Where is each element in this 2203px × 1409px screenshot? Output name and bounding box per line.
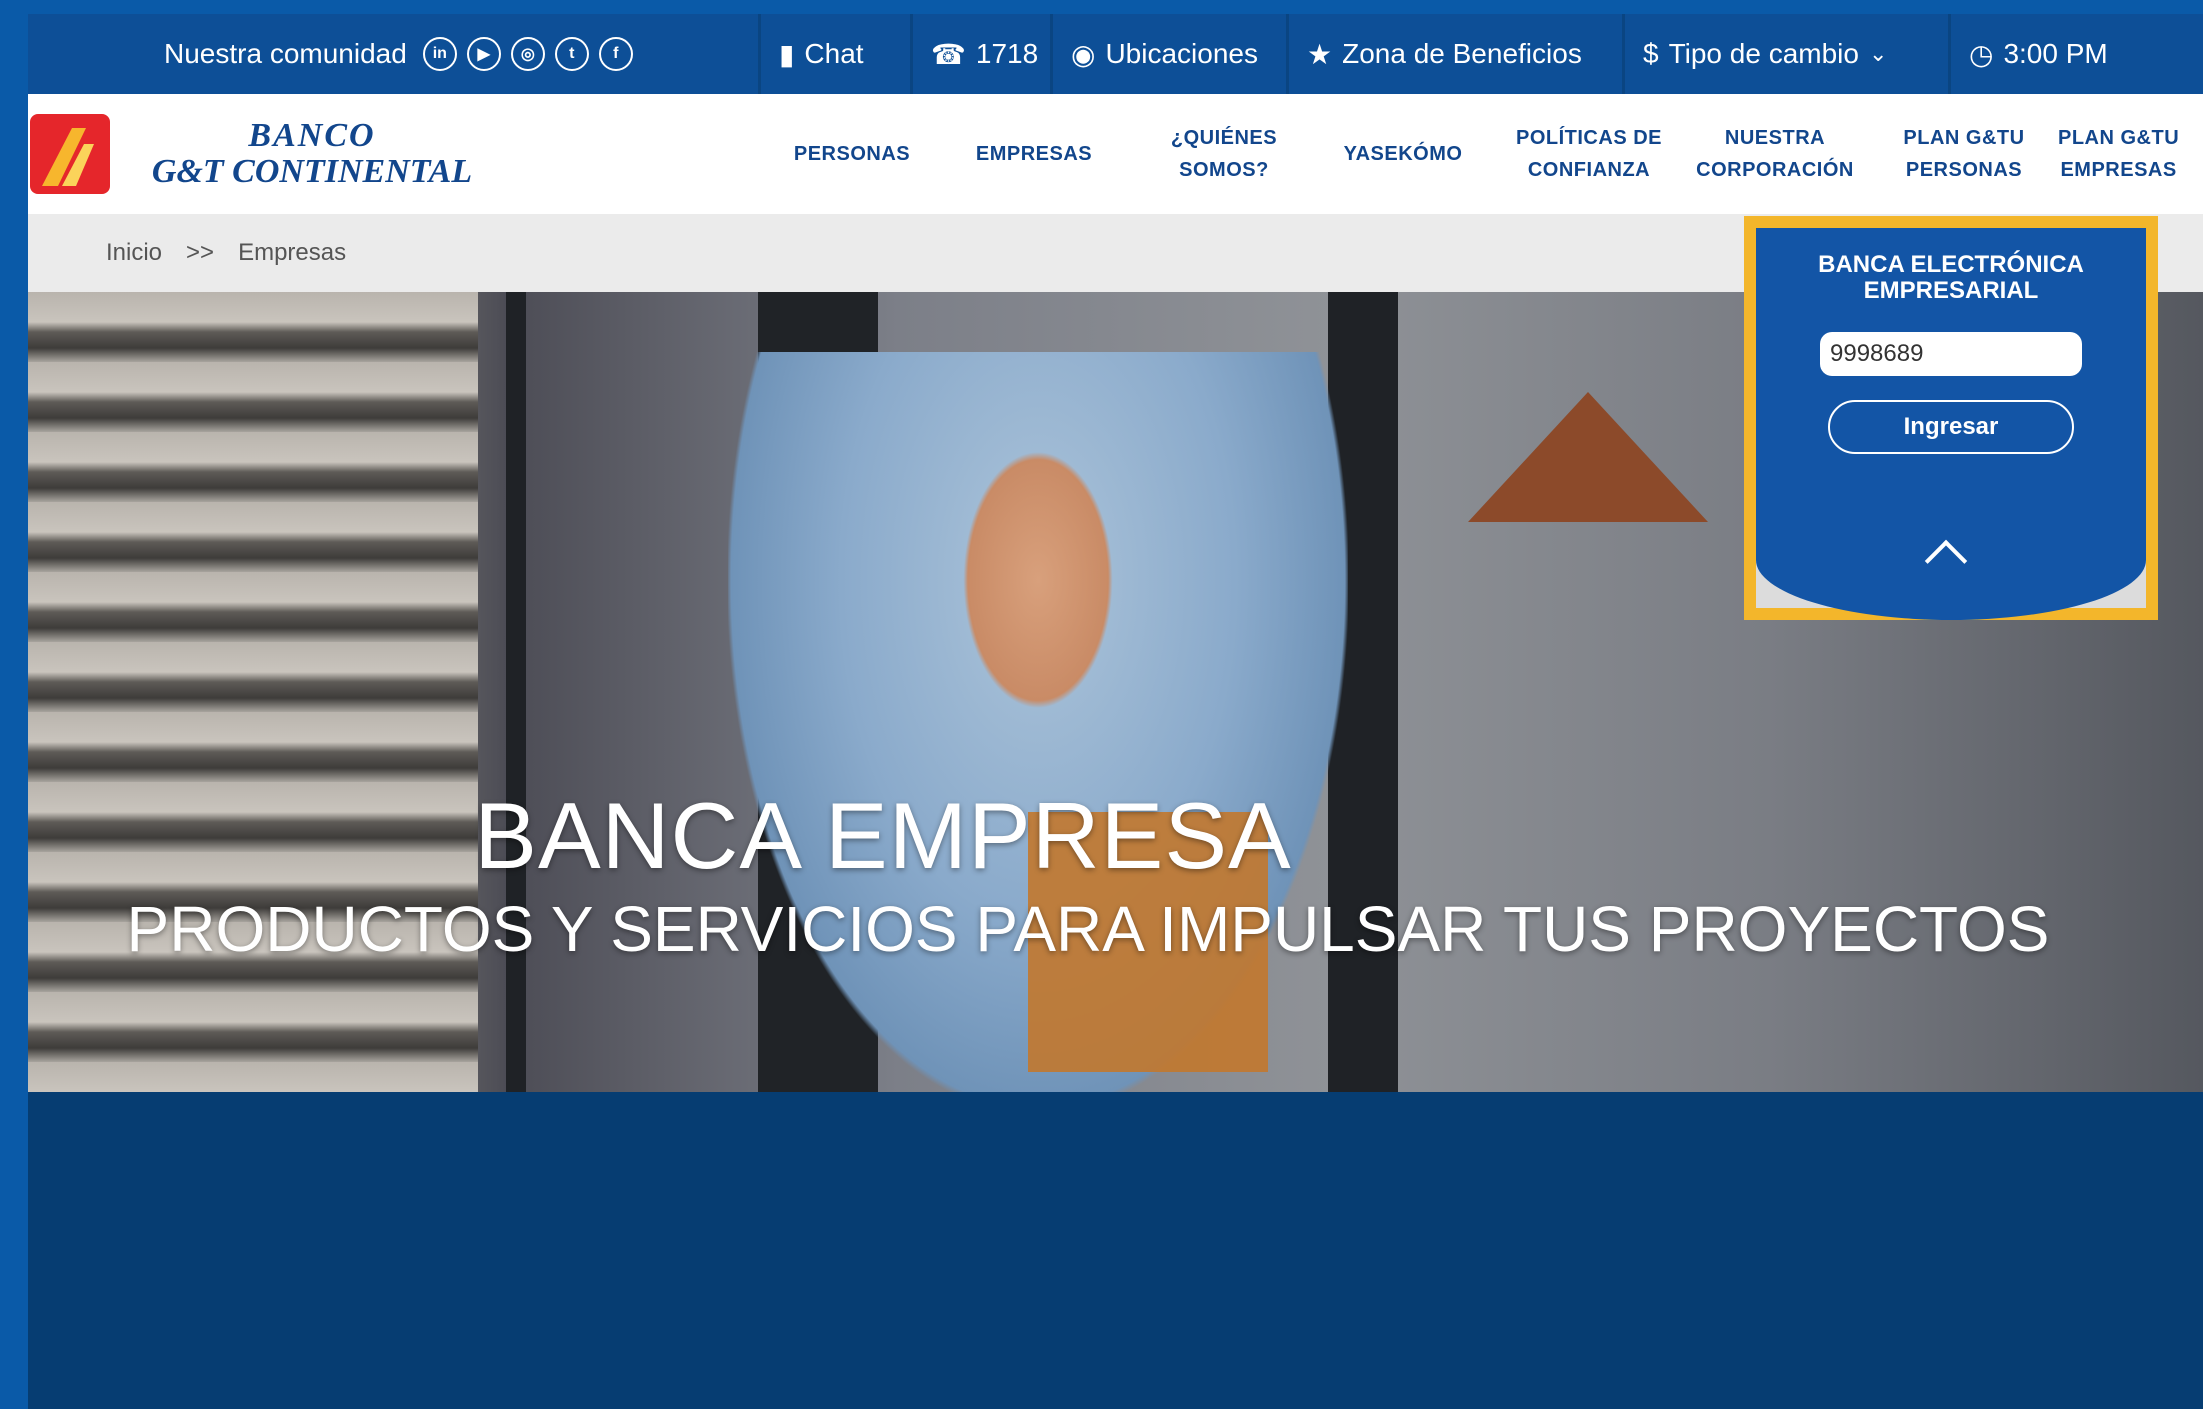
benefits-label: Zona de Beneficios [1342, 38, 1582, 69]
brand-logo[interactable]: BANCO G&T CONTINENTAL [132, 118, 492, 190]
instagram-icon[interactable]: ◎ [510, 37, 545, 71]
hero-title: BANCA EMPRESA [474, 783, 1292, 888]
nav-yasekomo[interactable]: YASEKÓMO [1318, 94, 1488, 214]
user-code-input[interactable] [1820, 332, 2082, 376]
locations-link[interactable]: ◉ Ubicaciones [1050, 14, 1286, 94]
nav-empresas[interactable]: EMPRESAS [944, 94, 1124, 214]
browser-viewport: Nuestra comunidad in ▶ ◎ t f ▮ Chat ☎ 17… [28, 14, 2203, 1409]
electronic-banking-login: BANCA ELECTRÓNICA EMPRESARIAL Ingresar [1756, 228, 2146, 620]
hero-subtitle: PRODUCTOS Y SERVICIOS PARA IMPULSAR TUS … [126, 893, 2050, 965]
nav-corporacion[interactable]: NUESTRA CORPORACIÓN [1682, 94, 1868, 214]
star-icon: ★ [1307, 38, 1333, 70]
clock-icon: ◷ [1969, 38, 1994, 70]
chat-icon: ▮ [779, 38, 795, 70]
page-content-area [28, 1092, 2203, 1409]
time-display: ◷ 3:00 PM [1948, 14, 2148, 94]
login-button[interactable]: Ingresar [1828, 400, 2074, 454]
location-pin-icon: ◉ [1071, 38, 1096, 70]
youtube-icon[interactable]: ▶ [466, 37, 501, 71]
nav-plan-personas[interactable]: PLAN G&TU PERSONAS [1874, 94, 2054, 214]
facebook-icon[interactable]: f [598, 37, 633, 71]
lamp-image [1468, 392, 1708, 522]
login-panel-highlight: BANCA ELECTRÓNICA EMPRESARIAL Ingresar [1744, 216, 2158, 620]
main-navbar: BANCO G&T CONTINENTAL PERSONAS EMPRESAS … [28, 94, 2203, 214]
brand-line1: BANCO [248, 117, 376, 154]
time-label: 3:00 PM [2003, 38, 2108, 69]
community-links: Nuestra comunidad in ▶ ◎ t f [164, 14, 633, 94]
linkedin-icon[interactable]: in [422, 37, 457, 71]
nav-label: SOMOS? [1179, 159, 1269, 181]
nav-personas[interactable]: PERSONAS [764, 94, 940, 214]
login-title: BANCA ELECTRÓNICA EMPRESARIAL [1756, 252, 2146, 304]
phone-icon: ☎ [931, 38, 966, 70]
breadcrumb-current: Empresas [238, 239, 347, 266]
community-label: Nuestra comunidad [164, 38, 407, 69]
logo-icon[interactable] [30, 114, 110, 194]
nav-label: YASEKÓMO [1343, 143, 1463, 165]
exchange-label: Tipo de cambio [1668, 38, 1859, 69]
nav-label: CONFIANZA [1527, 159, 1651, 181]
stone-wall-image [28, 292, 478, 1092]
chat-label: Chat [804, 38, 864, 69]
nav-label: NUESTRA [1724, 127, 1826, 149]
utility-bar: Nuestra comunidad in ▶ ◎ t f ▮ Chat ☎ 17… [28, 14, 2203, 94]
breadcrumb-separator: >> [186, 239, 215, 266]
dollar-icon: $ [1643, 38, 1659, 69]
nav-label: EMPRESAS [975, 143, 1093, 165]
nav-label: CORPORACIÓN [1696, 159, 1854, 181]
locations-label: Ubicaciones [1105, 38, 1258, 69]
phone-link[interactable]: ☎ 1718 [910, 14, 1050, 94]
nav-politicas[interactable]: POLÍTICAS DE CONFIANZA [1496, 94, 1682, 214]
chevron-up-icon[interactable] [1924, 539, 1968, 583]
nav-label: PERSONAS [1905, 159, 2023, 181]
background-post [506, 292, 526, 1092]
breadcrumb-home[interactable]: Inicio [106, 239, 162, 267]
login-title-line2: EMPRESARIAL [1863, 277, 2039, 304]
nav-label: PERSONAS [793, 143, 911, 165]
nav-label: EMPRESAS [2060, 159, 2177, 181]
chat-link[interactable]: ▮ Chat [758, 14, 910, 94]
nav-plan-empresas[interactable]: PLAN G&TU EMPRESAS [2058, 94, 2203, 214]
nav-label: ¿QUIÉNES [1170, 127, 1278, 149]
nav-label: PLAN G&TU [1903, 127, 2025, 149]
phone-label: 1718 [975, 38, 1039, 69]
brand-line2: G&T CONTINENTAL [151, 153, 473, 190]
nav-label: PLAN G&TU [2058, 127, 2180, 149]
login-title-line1: BANCA ELECTRÓNICA [1818, 251, 2084, 278]
nav-quienes-somos[interactable]: ¿QUIÉNES SOMOS? [1134, 94, 1314, 214]
exchange-rate-dropdown[interactable]: $ Tipo de cambio ⌄ [1622, 14, 1948, 94]
benefits-link[interactable]: ★ Zona de Beneficios [1286, 14, 1622, 94]
twitter-icon[interactable]: t [554, 37, 589, 71]
nav-label: POLÍTICAS DE [1515, 127, 1662, 149]
chevron-down-icon: ⌄ [1868, 41, 1888, 66]
